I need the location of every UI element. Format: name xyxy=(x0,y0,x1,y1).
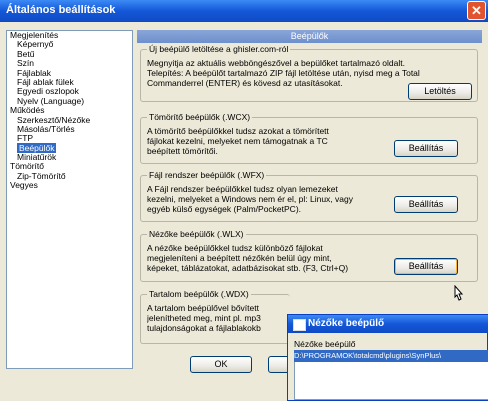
group-wfx-title: Fájl rendszer beépülők (.WFX) xyxy=(147,170,267,180)
group-wdx: Tartalom beépülők (.WDX) A tartalom beép… xyxy=(140,289,290,344)
group-wfx: Fájl rendszer beépülők (.WFX) A Fájl ren… xyxy=(140,170,478,222)
group-wlx-line: A nézőke beépülőkkel tudsz különböző fáj… xyxy=(147,243,323,253)
group-wcx-line: A tömörítő beépülőkkel tudsz azokat a tö… xyxy=(147,126,329,136)
settings-tree[interactable]: Megjelenítés Képernyő Betű Szín Fájlablak Fáj… xyxy=(6,30,133,369)
dialog-window-icon xyxy=(293,319,306,331)
group-wdx-line: jelenítheted meg, mint pl. mp3 xyxy=(147,313,261,323)
group-download: Új beépülő letöltése a ghisler.com-ról M… xyxy=(140,44,478,102)
dialog-title: Nézőke beépülő xyxy=(308,318,385,329)
ok-button[interactable]: OK xyxy=(190,356,252,373)
group-wdx-title: Tartalom beépülők (.WDX) xyxy=(147,289,251,299)
wcx-settings-button[interactable]: Beállítás xyxy=(394,140,458,157)
group-wcx: Tömörítő beépülők (.WCX) A tömörítő beép… xyxy=(140,112,478,164)
group-wdx-line: A tartalom beépülővel bővített xyxy=(147,303,259,313)
mouse-cursor-icon xyxy=(454,285,464,301)
wfx-settings-button[interactable]: Beállítás xyxy=(394,196,458,213)
wlx-settings-button[interactable]: Beállítás xyxy=(394,258,458,275)
tree-item[interactable]: Vegyes xyxy=(7,181,132,190)
group-wcx-line: beépített tömörítői. xyxy=(147,146,218,156)
window-title: Általános beállítások xyxy=(6,4,116,16)
close-button[interactable]: ✕ xyxy=(467,1,486,20)
group-wdx-line: tulajdonságokat a fájlablakokb xyxy=(147,323,261,333)
group-download-line: Commanderrel (ENTER) és kövesd az utasít… xyxy=(147,78,343,88)
group-wfx-description: A Fájl rendszer beépülőkkel tudsz olyan … xyxy=(147,184,353,214)
group-download-description: Megnyitja az aktuális webböngészővel a b… xyxy=(147,58,420,88)
group-wcx-line: fájlokat kezelni, melyeket nem támogatna… xyxy=(147,136,328,146)
plugin-list-item[interactable]: D:\PROGRAMOK\totalcmd\plugins\SynPlus\ xyxy=(294,350,488,362)
group-wlx-line: megjeleníteni a beépített nézőkén belül … xyxy=(147,253,332,263)
group-wlx: Nézőke beépülők (.WLX) A nézőke beépülők… xyxy=(140,229,478,282)
viewer-plugin-dialog: Nézőke beépülő Nézőke beépülő D:\PROGRAM… xyxy=(287,314,488,401)
group-wlx-title: Nézőke beépülők (.WLX) xyxy=(147,229,246,239)
plugin-list-label: Nézőke beépülő xyxy=(294,339,356,349)
group-wfx-line: A Fájl rendszer beépülőkkel tudsz olyan … xyxy=(147,184,338,194)
group-download-line: Megnyitja az aktuális webböngészővel a b… xyxy=(147,58,405,68)
tree-item-label: FTP xyxy=(17,133,34,144)
panel-header: Beépülők xyxy=(137,30,482,43)
dialog-title-bar: Nézőke beépülő xyxy=(288,315,488,333)
group-wfx-line: egyéb külső egységek (Palm/PocketPC). xyxy=(147,204,302,214)
group-download-line: Telepítés: A beépülőt tartalmazó ZIP fáj… xyxy=(147,68,420,78)
group-wlx-line: képeket, táblázatokat, adatbázisokat stb… xyxy=(147,263,349,273)
close-icon: ✕ xyxy=(471,3,482,18)
group-wlx-description: A nézőke beépülőkkel tudsz különböző fáj… xyxy=(147,243,348,273)
tree-item-label: Vegyes xyxy=(10,180,38,191)
group-wcx-description: A tömörítő beépülőkkel tudsz azokat a tö… xyxy=(147,126,329,156)
group-download-title: Új beépülő letöltése a ghisler.com-ról xyxy=(147,44,291,54)
group-wfx-line: kezelni, melyeket a Windows nem ér el, p… xyxy=(147,194,353,204)
settings-window: Általános beállítások ✕ Megjelenítés Képe… xyxy=(0,0,488,401)
group-wdx-description: A tartalom beépülővel bővített jeleníthe… xyxy=(147,303,289,333)
title-bar: Általános beállítások ✕ xyxy=(0,0,488,22)
download-button[interactable]: Letöltés xyxy=(408,83,472,100)
group-wcx-title: Tömörítő beépülők (.WCX) xyxy=(147,112,253,122)
